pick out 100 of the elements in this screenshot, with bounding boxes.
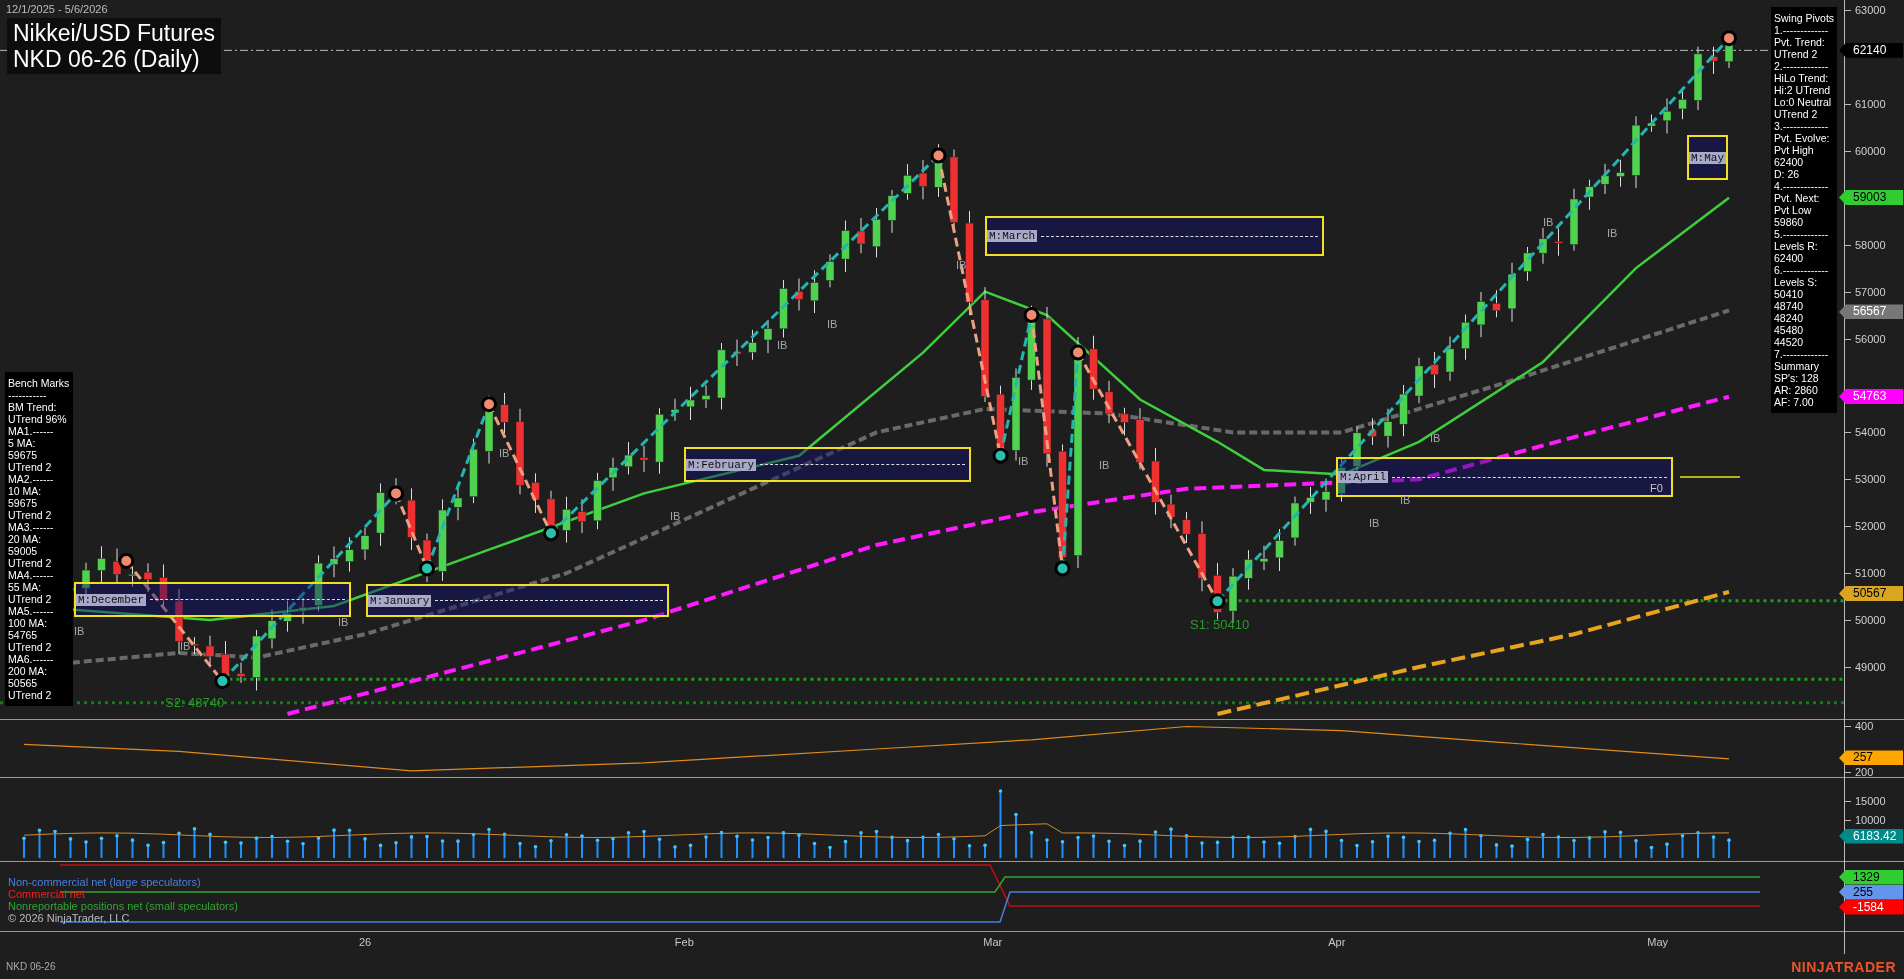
zone-label: M:December [76, 593, 146, 606]
chart-annotation: IB [1018, 455, 1029, 467]
panel-line: Summary [1774, 360, 1820, 372]
chart-annotation: IB [956, 259, 967, 271]
panel-line: 59860 [1774, 216, 1805, 228]
panel-line: 7.------------- [1774, 348, 1830, 360]
panel-line: MA6.------ [8, 653, 55, 665]
chart-annotation: IB [180, 640, 191, 652]
panel-line: Levels S: [1774, 276, 1819, 288]
panel-line: HiLo Trend: [1774, 72, 1830, 84]
axis-tick-label: 52000 [1845, 520, 1886, 533]
zone-label: M:May [1689, 151, 1726, 164]
panel-line: 59675 [8, 497, 39, 509]
panel-line: 48740 [1774, 300, 1805, 312]
time-axis-label: Feb [674, 936, 694, 948]
panel-line: Pvt. Next: [1774, 192, 1821, 204]
legend-label: Non-commercial net (large speculators) [8, 876, 202, 888]
chart-subtitle: NKD 06-26 (Daily) [13, 46, 201, 72]
panel-line: 54765 [8, 629, 39, 641]
panel-line: Swing Pivots [1774, 12, 1834, 24]
panel-line: ----------- [8, 389, 48, 401]
panel-line: UTrend 2 [8, 689, 53, 701]
time-axis-label: Apr [1328, 936, 1346, 948]
price-marker: 1329 [1839, 869, 1903, 885]
axis-tick-label: 15000 [1845, 795, 1886, 807]
chart-annotation: IB [1369, 517, 1380, 529]
panel-line: 20 MA: [8, 533, 43, 545]
price-marker: 54763 [1839, 389, 1903, 405]
instrument-label: NKD 06-26 [6, 961, 56, 972]
zone-label: M:April [1338, 471, 1389, 483]
panel-line: 62400 [1774, 156, 1805, 168]
price-marker: 59003 [1839, 190, 1903, 206]
axis-tick-label: 50000 [1845, 614, 1886, 627]
panel-line: 3.------------- [1774, 120, 1830, 132]
panel-line: UTrend 2 [1774, 108, 1819, 120]
panel-line: Pvt. Evolve: [1774, 132, 1831, 144]
fib-label: F0 [1650, 482, 1663, 494]
panel-line: 10 MA: [8, 485, 43, 497]
panel-line: 50410 [1774, 288, 1805, 300]
panel-line: Levels R: [1774, 240, 1819, 252]
panel-line: MA5.------ [8, 605, 55, 617]
panel-line: Pvt Low [1774, 204, 1813, 216]
price-marker: 62140 [1839, 42, 1903, 58]
axis-tick-label: 63000 [1845, 4, 1886, 16]
panel-line: AR: 2860 [1774, 384, 1819, 396]
support-label: S1: 50410 [1190, 617, 1250, 632]
chart-annotation: IB [1400, 494, 1411, 506]
panel-line: Bench Marks [8, 377, 70, 389]
axis-tick-label: 10000 [1845, 814, 1886, 826]
axis-tick-label: 60000 [1845, 144, 1886, 157]
panel-line: 5 MA: [8, 437, 37, 449]
panel-line: Pvt High [1774, 144, 1815, 156]
chart-annotation: IB [1430, 432, 1441, 444]
axis-tick-label: 61000 [1845, 97, 1886, 110]
panel-line: UTrend 2 [8, 641, 53, 653]
chart-title: Nikkei/USD Futures [13, 20, 215, 46]
panel-line: UTrend 96% [8, 413, 68, 425]
chart-annotation: IB [1543, 216, 1554, 228]
panel-line: UTrend 2 [1774, 48, 1819, 60]
panel-line: 2.------------- [1774, 60, 1830, 72]
chart-annotation: IB [777, 339, 788, 351]
axis-tick-label: 58000 [1845, 238, 1886, 251]
legend-label: Nonreportable positions net (small speculators) [8, 900, 238, 912]
panel-line: UTrend 2 [8, 461, 53, 473]
panel-line: 4.------------- [1774, 180, 1830, 192]
zone-label: M:February [686, 458, 756, 471]
chart-annotation: IB [1099, 459, 1110, 471]
panel-line: Hi:2 UTrend [1774, 84, 1832, 96]
panel-line: Lo:0 Neutral [1774, 96, 1833, 108]
chart-annotation: IB [74, 625, 85, 637]
panel-line: 1.------------- [1774, 24, 1830, 36]
panel-line: 59675 [8, 449, 39, 461]
time-axis-label: Mar [983, 936, 1003, 948]
panel-line: 200 MA: [8, 665, 49, 677]
chart-annotation: IB [827, 318, 838, 330]
panel-line: BM Trend: [8, 401, 58, 413]
panel-line: MA3.------ [8, 521, 55, 533]
panel-line: 6.------------- [1774, 264, 1830, 276]
panel-line: Pvt. Trend: [1774, 36, 1826, 48]
axis-tick-label: 53000 [1845, 473, 1886, 486]
support-label: S2: 48740 [165, 695, 225, 710]
chart-annotation: IB [670, 510, 681, 522]
chart-annotation: IB [1607, 227, 1618, 239]
axis-tick-label: 49000 [1845, 661, 1886, 673]
price-marker: 6183.42 [1839, 828, 1903, 844]
panel-line: 48240 [1774, 312, 1805, 324]
panel-line: MA4.------ [8, 569, 55, 581]
panel-line: UTrend 2 [8, 509, 53, 521]
axis-tick-label: 56000 [1845, 332, 1886, 345]
zone-label: M:January [368, 594, 432, 607]
price-marker: -1584 [1839, 899, 1903, 915]
legend-label: Commercial net [8, 888, 87, 900]
price-marker: 56567 [1839, 304, 1903, 320]
zone-label: M:March [987, 230, 1038, 242]
panel-line: 62400 [1774, 252, 1805, 264]
axis-tick-label: 57000 [1845, 285, 1886, 298]
panel-line: 5.------------- [1774, 228, 1830, 240]
copyright-text: © 2026 NinjaTrader, LLC [8, 912, 131, 924]
axis-tick-label: 400 [1845, 720, 1874, 732]
panel-line: 44520 [1774, 336, 1805, 348]
